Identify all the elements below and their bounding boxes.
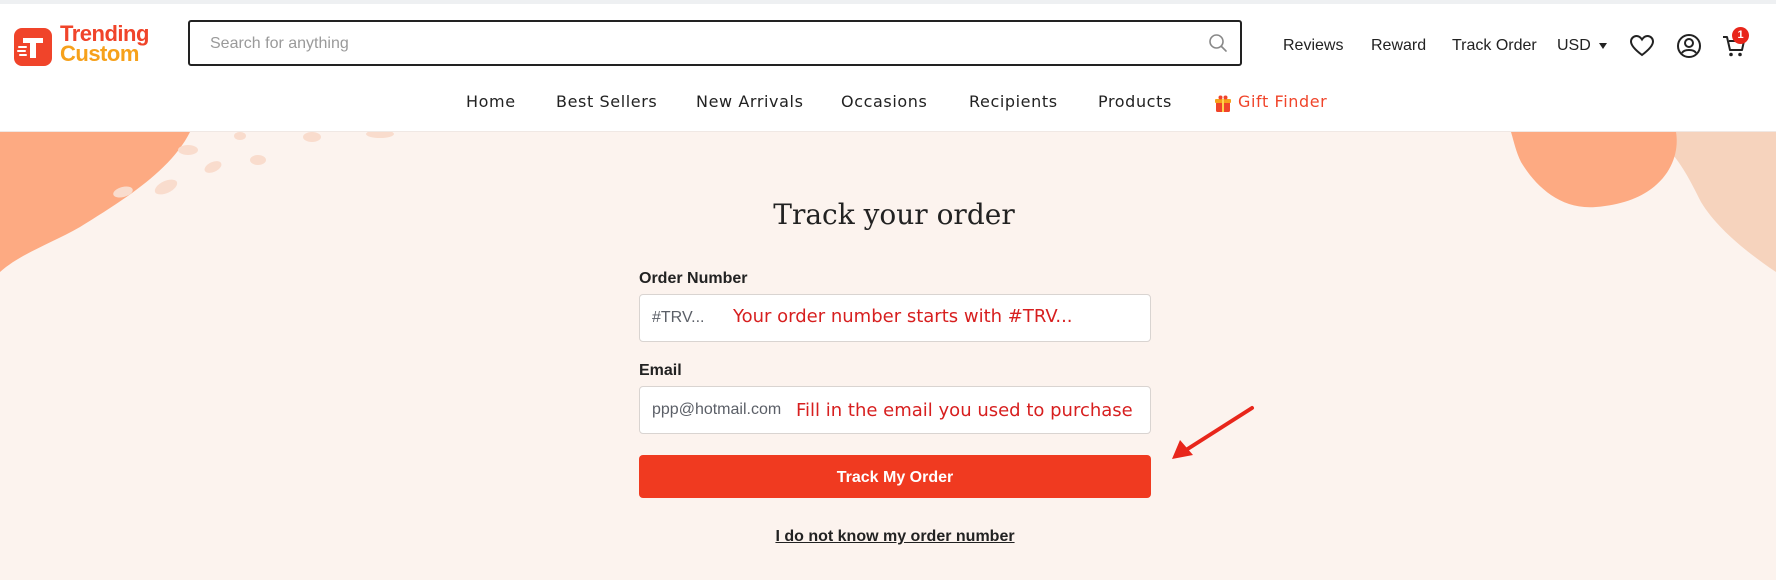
search-icon[interactable] <box>1208 33 1228 58</box>
track-my-order-button[interactable]: Track My Order <box>639 455 1151 498</box>
nav-new-arrivals[interactable]: New Arrivals <box>696 92 804 111</box>
reward-link[interactable]: Reward <box>1371 37 1426 55</box>
main-nav: Home Best Sellers New Arrivals Occasions… <box>0 92 1776 118</box>
logo-wordmark: Trending Custom <box>60 23 170 66</box>
logo[interactable]: Trending Custom <box>14 23 154 68</box>
search-input[interactable] <box>208 32 1172 56</box>
track-order-link[interactable]: Track Order <box>1452 37 1537 55</box>
chevron-down-icon <box>1598 42 1607 49</box>
logo-icon <box>14 28 52 66</box>
page-title: Track your order <box>773 198 1015 231</box>
order-number-label: Order Number <box>639 270 748 287</box>
unknown-order-number-link[interactable]: I do not know my order number <box>639 528 1151 546</box>
nav-gift-finder[interactable]: Gift Finder <box>1238 92 1327 111</box>
logo-line2: Custom <box>60 41 139 66</box>
nav-occasions[interactable]: Occasions <box>841 92 927 111</box>
currency-label: USD <box>1557 37 1591 54</box>
track-order-section: Track your order Order Number #TRV... Yo… <box>0 132 1776 580</box>
email-label: Email <box>639 362 682 379</box>
gift-icon <box>1213 94 1233 119</box>
nav-best-sellers[interactable]: Best Sellers <box>556 92 657 111</box>
heart-icon[interactable] <box>1629 33 1655 59</box>
currency-selector[interactable]: USD <box>1557 37 1607 55</box>
reviews-link[interactable]: Reviews <box>1283 37 1343 55</box>
nav-recipients[interactable]: Recipients <box>969 92 1058 111</box>
order-number-value: #TRV... <box>652 309 705 326</box>
nav-products[interactable]: Products <box>1098 92 1172 111</box>
cart-count-badge: 1 <box>1732 27 1749 44</box>
annotation-arrow-icon <box>1172 406 1254 459</box>
search-box <box>188 20 1242 66</box>
nav-home[interactable]: Home <box>466 92 516 111</box>
email-value: ppp@hotmail.com <box>652 401 782 418</box>
user-icon[interactable] <box>1676 33 1702 59</box>
email-hint: Fill in the email you used to purchase <box>796 400 1133 421</box>
order-number-hint: Your order number starts with #TRV... <box>733 306 1073 327</box>
